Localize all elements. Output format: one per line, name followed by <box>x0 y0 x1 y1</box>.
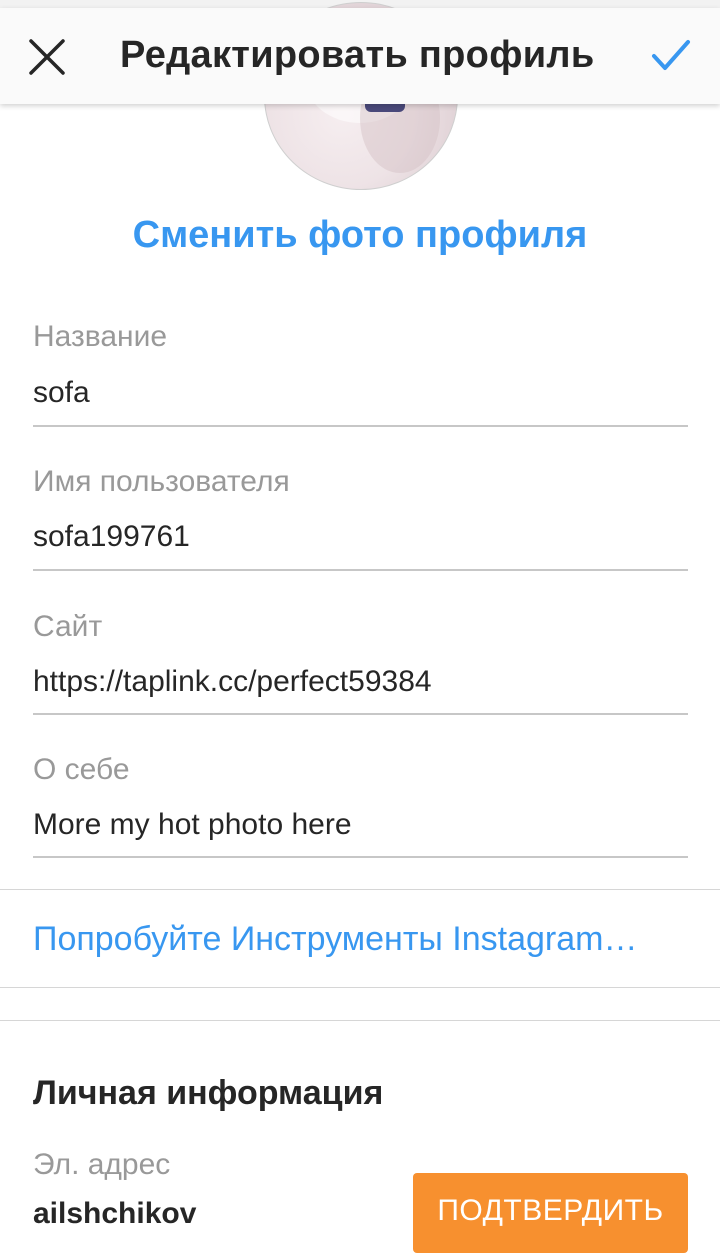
bio-field[interactable]: More my hot photo here <box>33 808 352 842</box>
name-field[interactable]: sofa <box>33 376 90 410</box>
checkmark-icon[interactable] <box>648 36 694 76</box>
name-field-underline <box>33 425 688 427</box>
username-field[interactable]: sofa199761 <box>33 520 190 554</box>
email-field[interactable]: ailshchikov <box>33 1197 196 1231</box>
bio-label: О себе <box>33 753 130 786</box>
close-icon[interactable] <box>26 36 68 78</box>
email-label: Эл. адрес <box>33 1148 171 1181</box>
website-field[interactable]: https://taplink.cc/perfect59384 <box>33 665 432 699</box>
personal-info-heading: Личная информация <box>33 1074 384 1112</box>
instagram-tools-link[interactable]: Попробуйте Инструменты Instagram… <box>33 920 693 959</box>
section-divider <box>0 987 720 988</box>
name-label: Название <box>33 320 168 353</box>
website-field-underline <box>33 713 688 715</box>
section-divider <box>0 889 720 890</box>
username-label: Имя пользователя <box>33 465 290 498</box>
top-app-bar: Редактировать профиль <box>0 8 720 104</box>
section-divider <box>0 1020 720 1021</box>
page-title: Редактировать профиль <box>120 34 595 76</box>
confirm-email-button[interactable]: ПОДТВЕРДИТЬ <box>413 1173 688 1253</box>
change-profile-photo-link[interactable]: Сменить фото профиля <box>0 214 720 257</box>
bio-field-underline <box>33 856 688 858</box>
website-label: Сайт <box>33 610 103 643</box>
username-field-underline <box>33 569 688 571</box>
